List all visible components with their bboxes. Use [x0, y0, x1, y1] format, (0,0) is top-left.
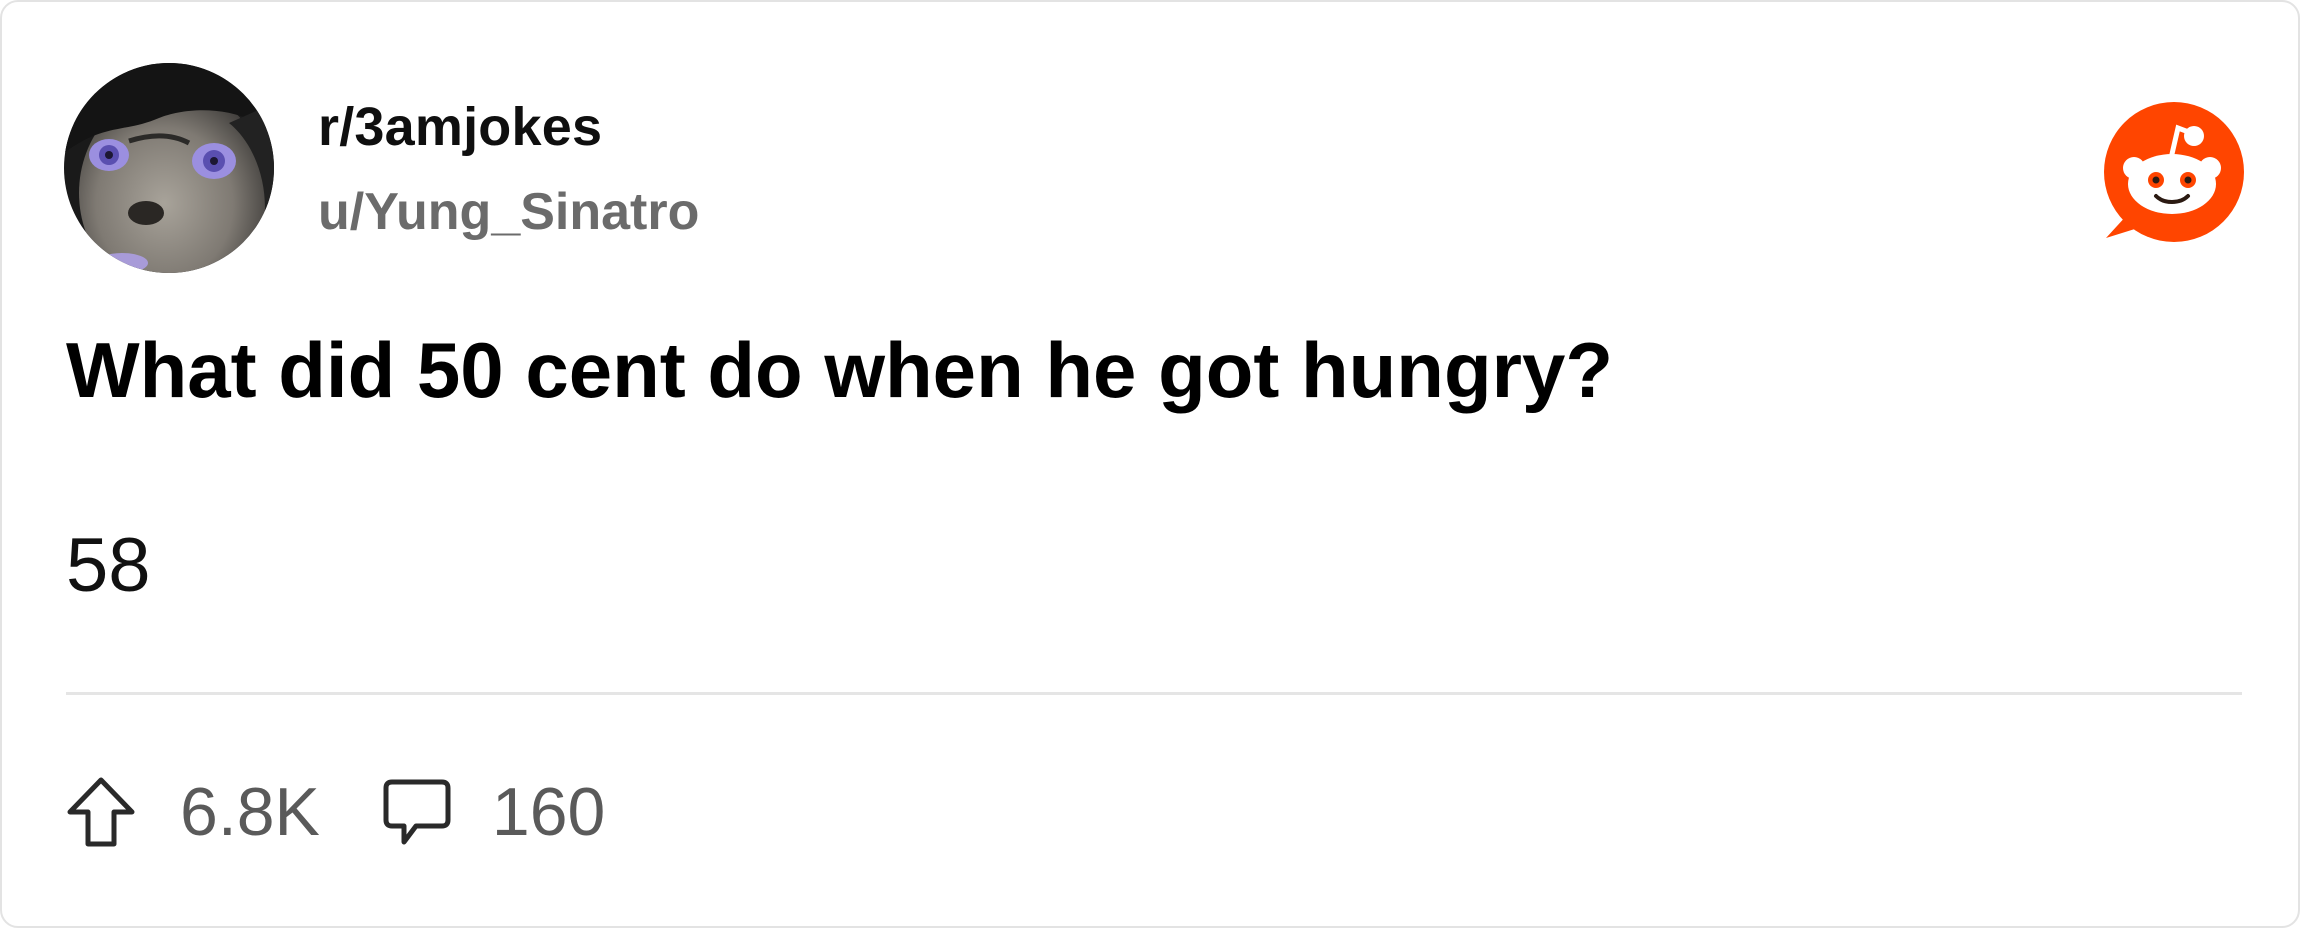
avatar[interactable]: [64, 63, 274, 273]
author-username[interactable]: u/Yung_Sinatro: [318, 186, 699, 238]
upvote-count: 6.8K: [180, 774, 320, 850]
comment-count: 160: [491, 774, 606, 850]
post-card[interactable]: r/3amjokes u/Yung_Sinatro What did 50 ce…: [0, 0, 2300, 928]
post-title[interactable]: What did 50 cent do when he got hungry?: [66, 327, 1613, 414]
divider: [66, 692, 2242, 695]
avatar-image: [64, 63, 274, 273]
post-stats: 6.8K 160: [66, 772, 605, 852]
post-body: 58: [66, 523, 151, 608]
subreddit-name[interactable]: r/3amjokes: [318, 100, 602, 154]
comment-bubble-icon[interactable]: [382, 776, 452, 848]
reddit-logo-icon: [2098, 98, 2246, 246]
upvote-arrow-icon[interactable]: [66, 776, 136, 848]
